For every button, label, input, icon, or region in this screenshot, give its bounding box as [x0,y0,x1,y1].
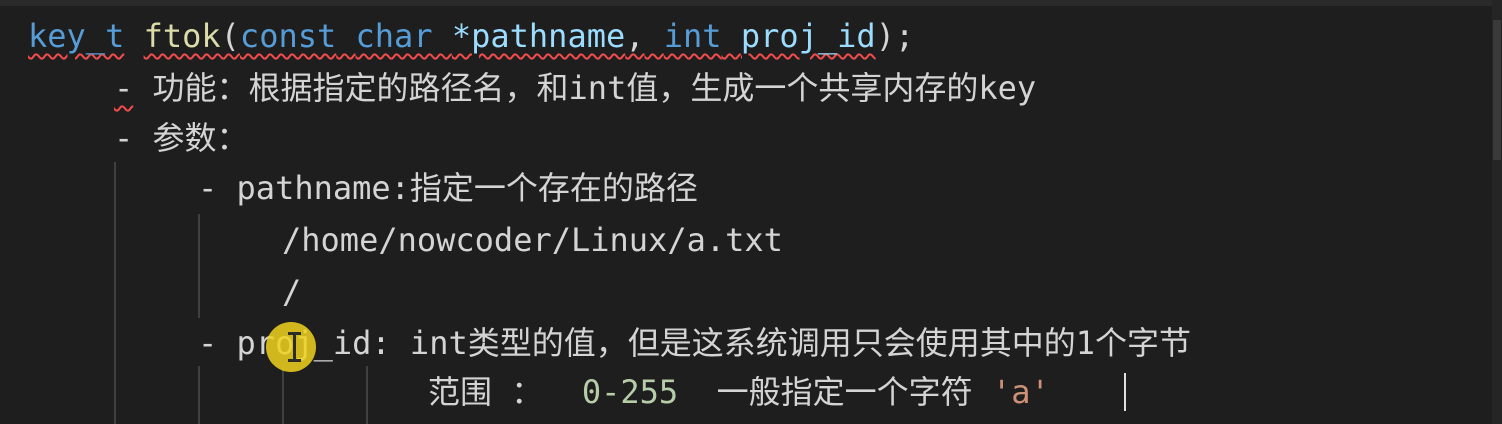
function-description: 功能：根据指定的路径名，和int值，生成一个共享内存的key [133,69,1037,107]
code-line-8[interactable]: 范围 ： 0-255 一般指定一个字符 'a' [428,366,1050,418]
code-line-7[interactable]: - proj_id: int类型的值，但是这系统调用只会使用其中的1个字节 [198,317,1191,369]
code-line-4[interactable]: - pathname:指定一个存在的路径 [198,162,698,214]
code-line-1[interactable]: key_t ftok(const char *pathname, int pro… [28,10,914,62]
close-paren-token: ); [875,17,915,55]
indent-guide [114,162,116,424]
int-keyword-token: int [663,17,722,55]
code-line-5[interactable]: /home/nowcoder/Linux/a.txt [282,214,783,266]
comma-token: , [625,17,645,55]
range-value: 0-255 [581,373,679,411]
ibeam-cursor-icon [288,332,301,362]
text-caret [1124,373,1126,411]
proj-id-param-token: proj_id [740,17,876,55]
indent-guide [366,366,368,424]
mouse-highlight [266,322,316,372]
open-paren-token: ( [220,17,240,55]
code-line-6[interactable]: / [282,266,301,318]
range-label: 范围 ： [428,373,544,411]
vertical-scrollbar[interactable] [1492,0,1502,424]
code-line-2[interactable]: - 功能：根据指定的路径名，和int值，生成一个共享内存的key [114,62,1036,114]
scrollbar-thumb[interactable] [1493,20,1501,160]
code-line-3[interactable]: - 参数： [114,112,249,164]
indent-guide [198,214,200,318]
char-keyword-token: char [355,17,433,55]
indent-guide [198,366,200,424]
indent-guide [282,366,284,424]
return-type-token: key_t [28,17,125,55]
char-literal-token: 'a' [991,373,1050,411]
pathname-param-token: *pathname [451,17,626,55]
code-editor[interactable]: key_t ftok(const char *pathname, int pro… [0,0,1502,424]
const-keyword-token: const [239,17,337,55]
range-note: 一般指定一个字符 [716,373,973,411]
dash-token: - [114,69,134,107]
function-name-token: ftok [143,17,221,55]
editor-top-border [0,0,1502,6]
